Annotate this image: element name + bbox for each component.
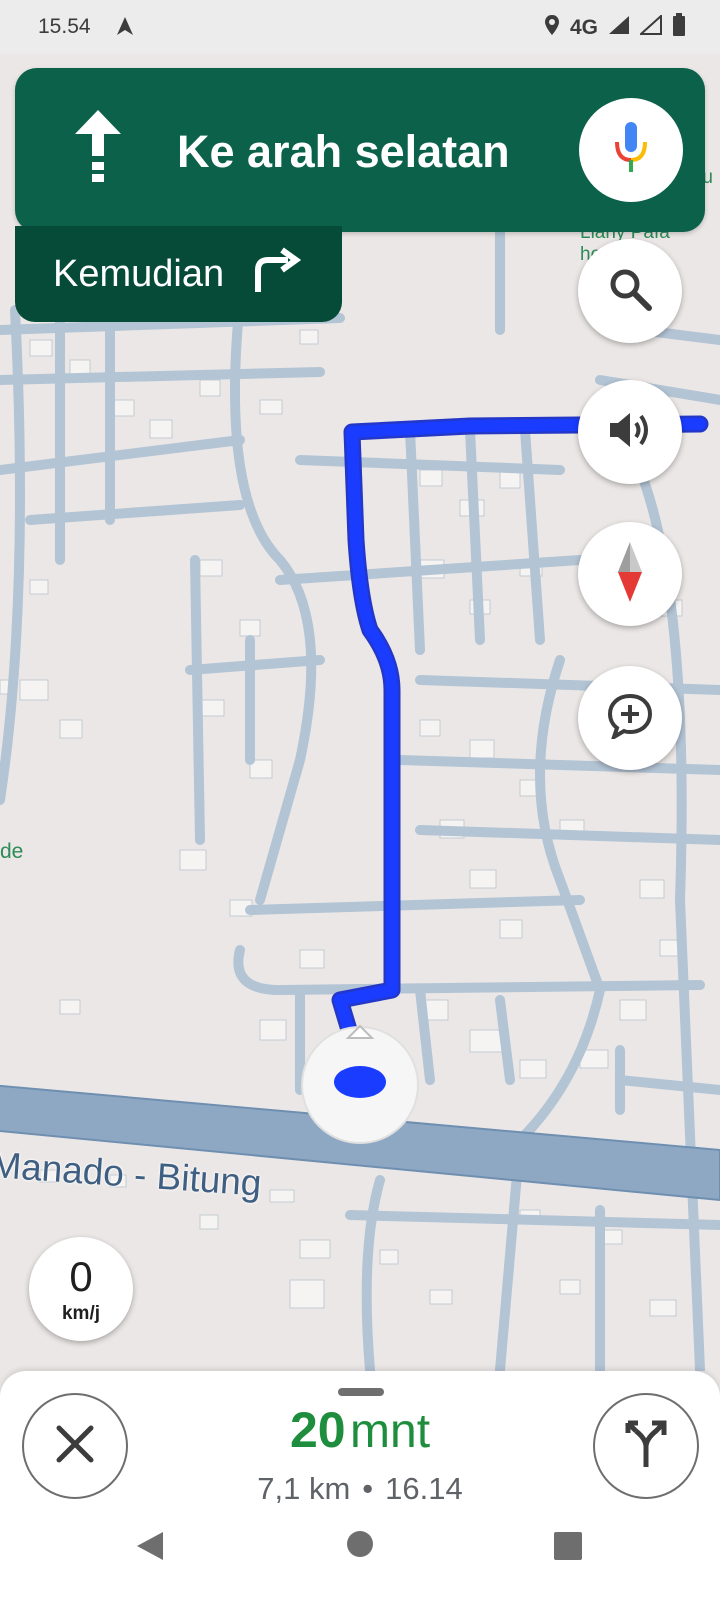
speed-unit: km/j xyxy=(61,1303,101,1324)
current-location-dot xyxy=(334,1066,386,1098)
fork-route-icon xyxy=(622,1419,670,1474)
system-navigation-bar xyxy=(0,1500,720,1600)
direction-instruction: Ke arah selatan xyxy=(177,126,510,177)
add-report-button[interactable] xyxy=(578,666,682,770)
next-step-banner[interactable]: Kemudian xyxy=(15,226,342,322)
duration-unit: mnt xyxy=(350,1405,431,1458)
signal-icon xyxy=(608,15,630,41)
next-step-label: Kemudian xyxy=(53,253,225,295)
microphone-icon xyxy=(614,120,648,181)
voice-search-button[interactable] xyxy=(579,98,683,202)
home-icon[interactable] xyxy=(346,1530,374,1563)
status-bar: 15.54 4G xyxy=(0,0,720,54)
network-type: 4G xyxy=(569,16,598,39)
add-report-icon xyxy=(606,693,654,744)
navigation-screen: Liany Pafa home ru de Manado - Bitung 15… xyxy=(0,0,720,1600)
alternate-routes-button[interactable] xyxy=(593,1393,699,1499)
drag-handle[interactable] xyxy=(338,1388,384,1396)
battery-icon xyxy=(672,13,686,43)
direction-banner[interactable]: Ke arah selatan xyxy=(15,68,705,232)
back-icon[interactable] xyxy=(135,1530,165,1567)
duration-value: 20 xyxy=(289,1402,346,1458)
straight-arrow-icon xyxy=(71,108,125,189)
sound-toggle-button[interactable] xyxy=(578,380,682,484)
speedometer: 0 km/j xyxy=(29,1237,133,1341)
compass-icon xyxy=(615,540,645,609)
turn-right-icon xyxy=(250,246,302,299)
search-icon xyxy=(608,267,652,316)
speed-value: 0 xyxy=(69,1253,93,1300)
recents-icon[interactable] xyxy=(553,1531,583,1566)
location-pin-icon xyxy=(544,14,560,42)
side-place-label[interactable]: de xyxy=(0,840,23,864)
speaker-icon xyxy=(606,410,654,455)
signal-2-icon xyxy=(638,13,662,41)
status-icons: 4G xyxy=(544,13,686,43)
compass-button[interactable] xyxy=(578,522,682,626)
navigation-arrow-icon xyxy=(116,16,134,42)
status-time: 15.54 xyxy=(38,15,91,38)
search-along-route-button[interactable] xyxy=(578,239,682,343)
